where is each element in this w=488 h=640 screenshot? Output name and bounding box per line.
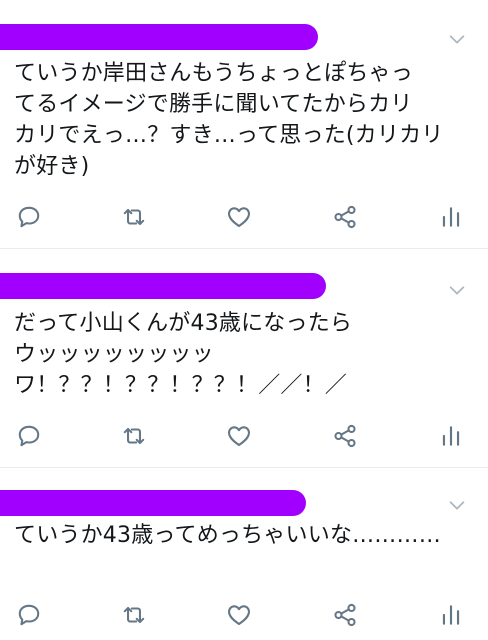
reply-button[interactable]: [12, 200, 46, 234]
redacted-username: [0, 24, 318, 50]
redacted-username: [0, 273, 326, 299]
reply-icon: [16, 204, 42, 230]
reply-button[interactable]: [12, 598, 46, 632]
retweet-button[interactable]: [117, 200, 151, 234]
reply-button[interactable]: [12, 419, 46, 453]
heart-icon: [226, 602, 252, 628]
analytics-button[interactable]: [434, 419, 468, 453]
retweet-icon: [121, 204, 147, 230]
chevron-down-icon[interactable]: [446, 279, 468, 301]
share-button[interactable]: [328, 419, 362, 453]
tweet-actions: [0, 598, 488, 632]
retweet-icon: [121, 423, 147, 449]
retweet-button[interactable]: [117, 598, 151, 632]
heart-icon: [226, 423, 252, 449]
analytics-button[interactable]: [434, 200, 468, 234]
share-icon: [332, 204, 358, 230]
reply-icon: [16, 602, 42, 628]
tweet-2[interactable]: だって小山くんが43歳になったら ウッッッッッッッッ ワ！？？！？？！？？！／／…: [0, 249, 488, 467]
tweet-3[interactable]: ていうか43歳ってめっちゃいいな…………: [0, 468, 488, 640]
analytics-icon: [438, 204, 464, 230]
tweet-1[interactable]: ていうか岸田さんもうちょっとぽちゃっ てるイメージで勝手に聞いてたからカリ カリ…: [0, 0, 488, 248]
retweet-icon: [121, 602, 147, 628]
share-icon: [332, 602, 358, 628]
tweet-text: ていうか43歳ってめっちゃいいな…………: [14, 523, 441, 548]
like-button[interactable]: [222, 419, 256, 453]
tweet-actions: [0, 419, 488, 453]
share-icon: [332, 423, 358, 449]
like-button[interactable]: [222, 598, 256, 632]
analytics-icon: [438, 423, 464, 449]
reply-icon: [16, 423, 42, 449]
retweet-button[interactable]: [117, 419, 151, 453]
chevron-down-icon[interactable]: [446, 494, 468, 516]
analytics-button[interactable]: [434, 598, 468, 632]
like-button[interactable]: [222, 200, 256, 234]
chevron-down-icon[interactable]: [446, 28, 468, 50]
tweet-actions: [0, 200, 488, 234]
share-button[interactable]: [328, 598, 362, 632]
share-button[interactable]: [328, 200, 362, 234]
heart-icon: [226, 204, 252, 230]
tweet-text: ていうか岸田さんもうちょっとぽちゃっ てるイメージで勝手に聞いてたからカリ カリ…: [14, 61, 444, 179]
redacted-username: [0, 490, 306, 516]
tweet-text: だって小山くんが43歳になったら ウッッッッッッッッ ワ！？？！？？！？？！／／…: [14, 311, 353, 398]
analytics-icon: [438, 602, 464, 628]
